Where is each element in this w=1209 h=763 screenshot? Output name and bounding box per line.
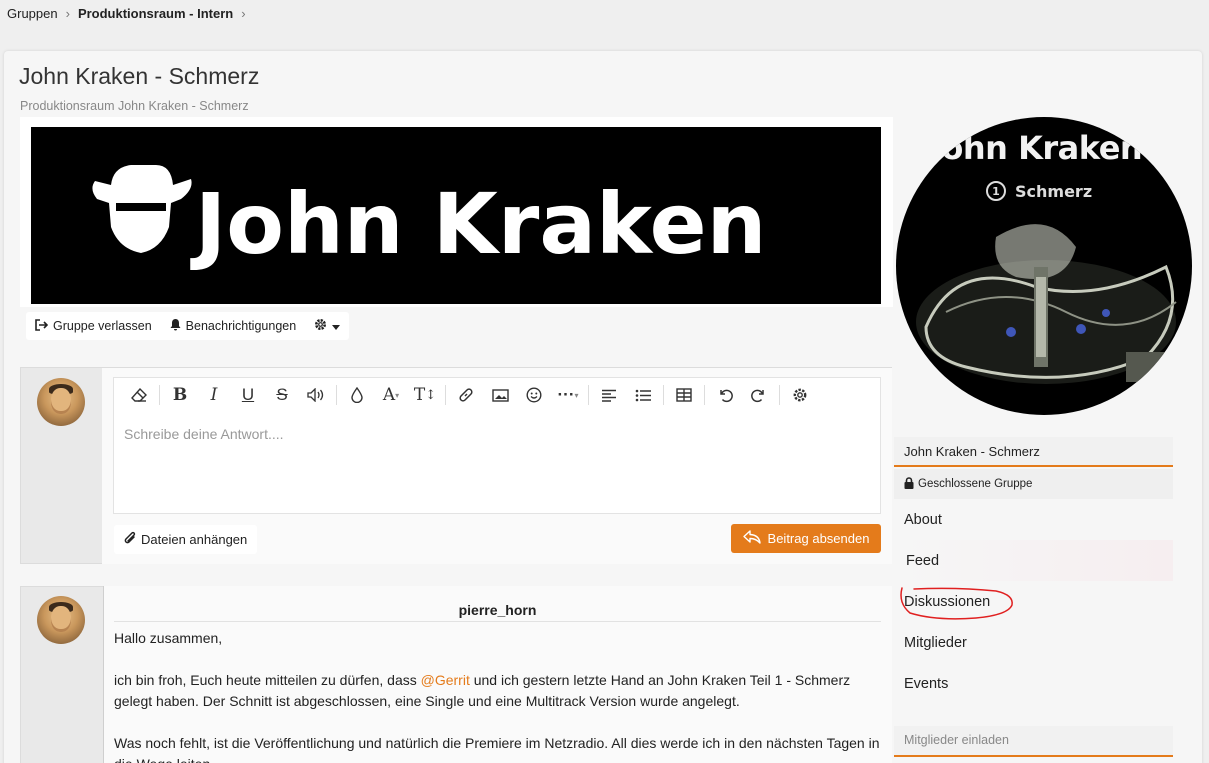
volume-icon[interactable] [299,380,333,410]
group-avatar: John Kraken 1 Schmerz [896,117,1192,415]
post-text: Hallo zusammen, ich bin froh, Euch heute… [114,628,884,763]
undo-icon[interactable] [708,380,742,410]
notifications-button[interactable]: Benachrichtigungen [161,312,306,340]
attach-files-button[interactable]: Dateien anhängen [114,525,258,554]
page-title: John Kraken - Schmerz [19,63,260,89]
strikethrough-icon[interactable]: S [265,380,299,410]
sidebar-group-name: John Kraken - Schmerz [894,437,1173,467]
page-subtitle: Produktionsraum John Kraken - Schmerz [20,99,249,113]
notifications-label: Benachrichtigungen [185,319,297,333]
group-banner: John Kraken [31,127,881,304]
nav-feed[interactable]: Feed [894,540,1173,581]
paperclip-icon [124,531,137,549]
post-paragraph: Was noch fehlt, ist die Veröffentlichung… [114,735,880,763]
reply-arrow-icon [742,530,761,547]
italic-icon[interactable]: I [197,380,231,410]
banner-logo-text: John Kraken [190,175,766,273]
reply-textarea[interactable]: Schreibe deine Antwort.... [113,412,881,514]
attach-files-label: Dateien anhängen [141,532,248,547]
group-status-label: Geschlossene Gruppe [918,478,1033,490]
leave-group-button[interactable]: Gruppe verlassen [26,312,161,340]
lock-icon [904,476,914,492]
nav-events[interactable]: Events [894,663,1173,704]
more-icon[interactable]: ··· ▾ [551,380,585,410]
group-actions: Gruppe verlassen Benachrichtigungen [26,312,350,340]
group-nav: About Feed Diskussionen Mitglieder Event… [894,499,1173,704]
chevron-right-icon: › [241,6,246,21]
send-post-button[interactable]: Beitrag absenden [731,524,881,553]
nav-members[interactable]: Mitglieder [894,622,1173,663]
bold-icon[interactable]: B [163,380,197,410]
nav-discussions-label-wrap: Diskussionen [900,586,1013,620]
breadcrumb-groups-link[interactable]: Gruppen [7,6,58,21]
settings-icon[interactable] [783,380,817,410]
post-text-span: ich bin froh, Euch heute mitteilen zu dü… [114,672,421,688]
redo-icon[interactable] [742,380,776,410]
nav-about[interactable]: About [894,499,1173,540]
font-icon[interactable]: A ▾ [374,380,408,410]
bell-icon [170,318,181,334]
red-annotation-circle [900,586,1013,620]
john-kraken-logo: John Kraken [92,165,766,273]
guitar-artwork [916,224,1177,384]
caret-down-icon [332,319,341,333]
group-status: Geschlossene Gruppe [894,469,1173,499]
breadcrumb: Gruppen › Produktionsraum - Intern › [7,6,246,21]
gear-icon [314,318,327,334]
sign-out-icon [35,318,49,334]
color-drop-icon[interactable] [340,380,374,410]
eraser-icon[interactable] [122,380,156,410]
text-size-icon[interactable]: T ↕ [408,380,442,410]
post-author-avatar[interactable] [37,596,85,644]
nav-discussions[interactable]: Diskussionen [894,581,1173,622]
table-icon[interactable] [667,380,701,410]
link-icon[interactable] [449,380,483,410]
chevron-right-icon: › [65,6,70,21]
divider [114,621,881,622]
image-icon[interactable] [483,380,517,410]
breadcrumb-current-link[interactable]: Produktionsraum - Intern [78,6,233,21]
align-icon[interactable] [592,380,626,410]
invite-members-link[interactable]: Mitglieder einladen [894,726,1173,757]
current-user-avatar[interactable] [37,378,85,426]
user-mention-link[interactable]: @Gerrit [421,672,470,688]
underline-icon[interactable]: U [231,380,265,410]
post-paragraph: ich bin froh, Euch heute mitteilen zu dü… [114,670,884,712]
post-author-name[interactable]: pierre_horn [103,602,892,618]
leave-group-label: Gruppe verlassen [53,319,152,333]
post-greeting: Hallo zusammen, [114,630,223,646]
list-icon[interactable] [626,380,660,410]
smiley-icon[interactable] [517,380,551,410]
group-settings-dropdown[interactable] [305,312,349,340]
editor-toolbar: B I U S A ▾ T ↕ ··· ▾ [113,377,881,413]
send-post-label: Beitrag absenden [767,531,870,546]
